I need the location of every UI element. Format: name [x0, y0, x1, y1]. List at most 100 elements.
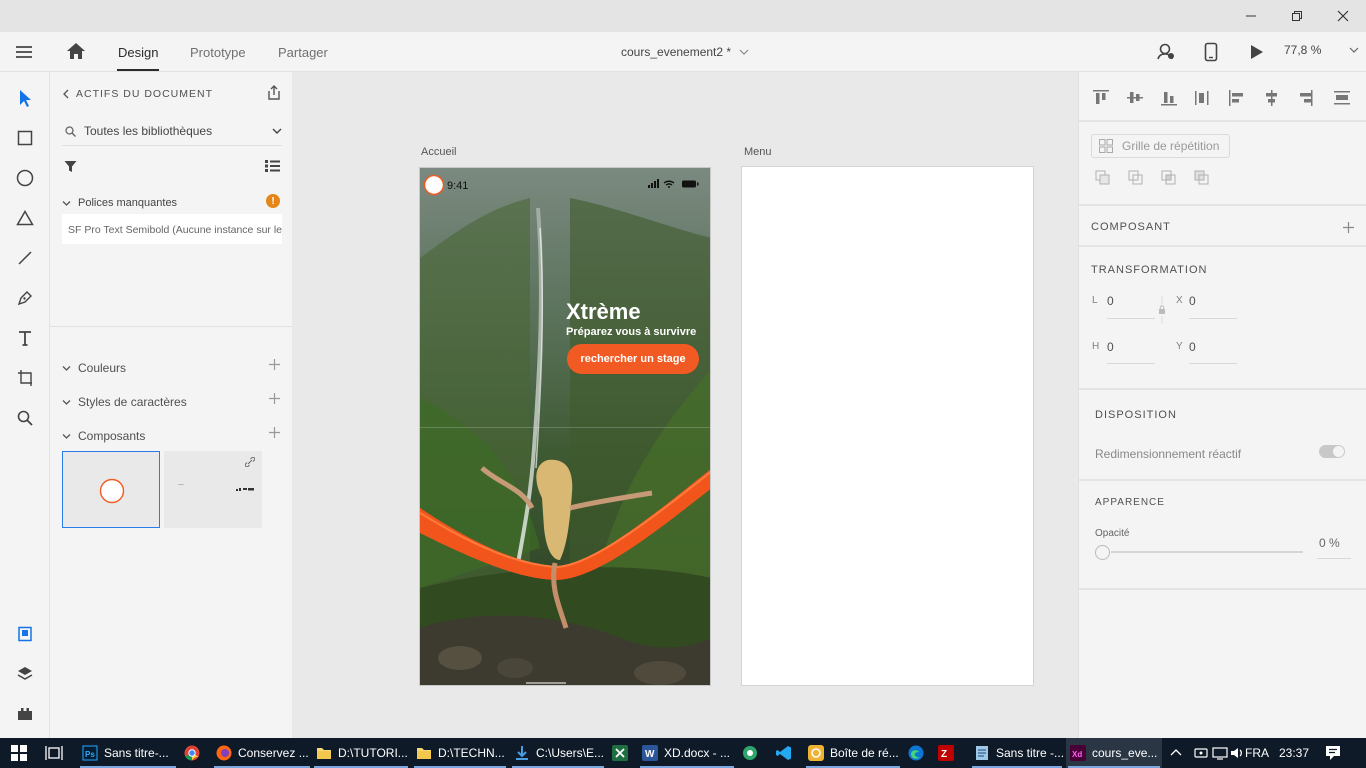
- zoom-tool[interactable]: [13, 406, 37, 430]
- add-component-button[interactable]: [269, 427, 280, 438]
- add-color-button[interactable]: [269, 359, 280, 370]
- taskbar-item[interactable]: Xd cours_eve...: [1066, 738, 1162, 768]
- notifications-button[interactable]: [1325, 745, 1341, 761]
- assets-panel-button[interactable]: [13, 622, 37, 646]
- x-field[interactable]: 0: [1189, 294, 1196, 308]
- responsive-resize-toggle[interactable]: [1319, 445, 1345, 458]
- devices-button[interactable]: [1194, 745, 1208, 761]
- polygon-tool[interactable]: [13, 206, 37, 230]
- tab-design[interactable]: Design: [118, 45, 158, 60]
- tray-chevron-button[interactable]: [1170, 747, 1182, 757]
- pen-icon: [17, 291, 32, 306]
- create-component-button[interactable]: [1343, 222, 1354, 233]
- component-thumb-circle[interactable]: [62, 451, 160, 528]
- add-shapes-button[interactable]: [1094, 169, 1112, 187]
- tab-share[interactable]: Partager: [278, 45, 328, 60]
- preview-play-button[interactable]: [1250, 44, 1264, 60]
- taskbar-item[interactable]: Sans titre -...: [970, 738, 1064, 768]
- width-field[interactable]: 0: [1107, 294, 1114, 308]
- clock[interactable]: 23:37: [1279, 746, 1309, 760]
- field-underline: [1189, 363, 1237, 364]
- word-icon: W: [642, 745, 658, 761]
- export-assets-button[interactable]: [266, 85, 282, 101]
- taskbar-item[interactable]: [772, 738, 796, 768]
- subtract-shapes-button[interactable]: [1127, 169, 1145, 187]
- intersect-shapes-button[interactable]: [1160, 169, 1178, 187]
- rectangle-tool[interactable]: [13, 126, 37, 150]
- invite-button[interactable]: [1156, 42, 1176, 62]
- close-button[interactable]: [1320, 0, 1366, 32]
- distribute-vertical-button[interactable]: [1333, 87, 1353, 109]
- search-course-button[interactable]: rechercher un stage: [567, 344, 699, 374]
- start-button[interactable]: [11, 745, 27, 761]
- taskbar-item[interactable]: [904, 738, 928, 768]
- design-canvas[interactable]: Accueil 9:41 Xtrème Préparez vous à surv…: [292, 72, 1078, 738]
- align-left-button[interactable]: [1227, 87, 1247, 109]
- align-center-button[interactable]: [1264, 87, 1284, 109]
- zoom-dropdown[interactable]: 77,8 %: [1284, 43, 1359, 57]
- volume-button[interactable]: [1230, 746, 1244, 760]
- align-middle-button[interactable]: [1125, 87, 1145, 109]
- pen-tool[interactable]: [13, 286, 37, 310]
- text-tool[interactable]: [13, 326, 37, 350]
- missing-fonts-toggle[interactable]: Polices manquantes: [62, 197, 177, 209]
- repeat-grid-button[interactable]: Grille de répétition: [1091, 134, 1230, 158]
- list-view-button[interactable]: [265, 159, 280, 173]
- taskbar-item[interactable]: C:\Users\E...: [510, 738, 606, 768]
- y-label: Y: [1176, 341, 1183, 352]
- taskbar-item[interactable]: Conservez ...: [212, 738, 312, 768]
- add-char-style-button[interactable]: [269, 393, 280, 404]
- tab-prototype[interactable]: Prototype: [190, 45, 246, 60]
- library-search-select[interactable]: Toutes les bibliothèques: [62, 120, 282, 146]
- align-bottom-button[interactable]: [1159, 87, 1179, 109]
- plugins-panel-button[interactable]: [13, 702, 37, 726]
- missing-font-item[interactable]: SF Pro Text Semibold (Aucune instance su…: [62, 214, 282, 244]
- align-top-button[interactable]: [1091, 87, 1111, 109]
- align-right-button[interactable]: [1299, 87, 1319, 109]
- opacity-slider-track[interactable]: [1111, 551, 1303, 553]
- height-field[interactable]: 0: [1107, 340, 1114, 354]
- active-tab-indicator: [117, 69, 159, 71]
- minimize-button[interactable]: [1228, 0, 1274, 32]
- opacity-value[interactable]: 0 %: [1319, 536, 1340, 550]
- taskbar-item-label: Sans titre -...: [996, 746, 1065, 760]
- filter-button[interactable]: [64, 160, 77, 173]
- artboard-menu[interactable]: [741, 166, 1034, 686]
- line-tool[interactable]: [13, 246, 37, 270]
- taskbar-item[interactable]: D:\TECHN...: [412, 738, 508, 768]
- task-view-button[interactable]: [45, 745, 63, 761]
- taskbar-item[interactable]: Ps Sans titre-...: [78, 738, 178, 768]
- exclude-shapes-button[interactable]: [1193, 169, 1211, 187]
- lock-ratio-icon[interactable]: [1158, 296, 1166, 324]
- assets-back-button[interactable]: ACTIFS DU DOCUMENT: [62, 88, 213, 100]
- layers-panel-button[interactable]: [13, 662, 37, 686]
- network-button[interactable]: [1212, 746, 1228, 760]
- ellipse-tool[interactable]: [13, 166, 37, 190]
- taskbar-item[interactable]: W XD.docx - ...: [638, 738, 736, 768]
- taskbar-item[interactable]: D:\TUTORI...: [312, 738, 410, 768]
- artboard-label-accueil[interactable]: Accueil: [421, 146, 456, 158]
- taskbar-item[interactable]: Boîte de ré...: [804, 738, 902, 768]
- home-button[interactable]: [66, 42, 86, 60]
- taskbar-item[interactable]: [180, 738, 204, 768]
- artboard-label-menu[interactable]: Menu: [744, 146, 772, 158]
- artboard-tool[interactable]: [13, 366, 37, 390]
- device-preview-button[interactable]: [1204, 42, 1218, 62]
- taskbar-item-label: XD.docx - ...: [664, 746, 731, 760]
- restore-button[interactable]: [1274, 0, 1320, 32]
- colors-section-toggle[interactable]: Couleurs: [62, 361, 282, 375]
- component-thumb-statusbar[interactable]: ...: [164, 451, 262, 528]
- taskbar-item[interactable]: Z: [934, 738, 958, 768]
- taskbar-item[interactable]: [738, 738, 762, 768]
- language-indicator[interactable]: FRA: [1245, 746, 1269, 760]
- hamburger-menu-button[interactable]: [15, 44, 33, 60]
- y-field[interactable]: 0: [1189, 340, 1196, 354]
- char-styles-section-toggle[interactable]: Styles de caractères: [62, 395, 282, 409]
- artboard-accueil[interactable]: 9:41 Xtrème Préparez vous à survivre rec…: [419, 167, 711, 686]
- taskbar-item[interactable]: [608, 738, 632, 768]
- distribute-horizontal-button[interactable]: [1193, 87, 1213, 109]
- document-title-dropdown[interactable]: cours_evenement2 *: [621, 45, 749, 59]
- opacity-slider-handle[interactable]: [1095, 545, 1110, 560]
- select-tool[interactable]: [13, 86, 37, 110]
- components-section-toggle[interactable]: Composants: [62, 429, 282, 443]
